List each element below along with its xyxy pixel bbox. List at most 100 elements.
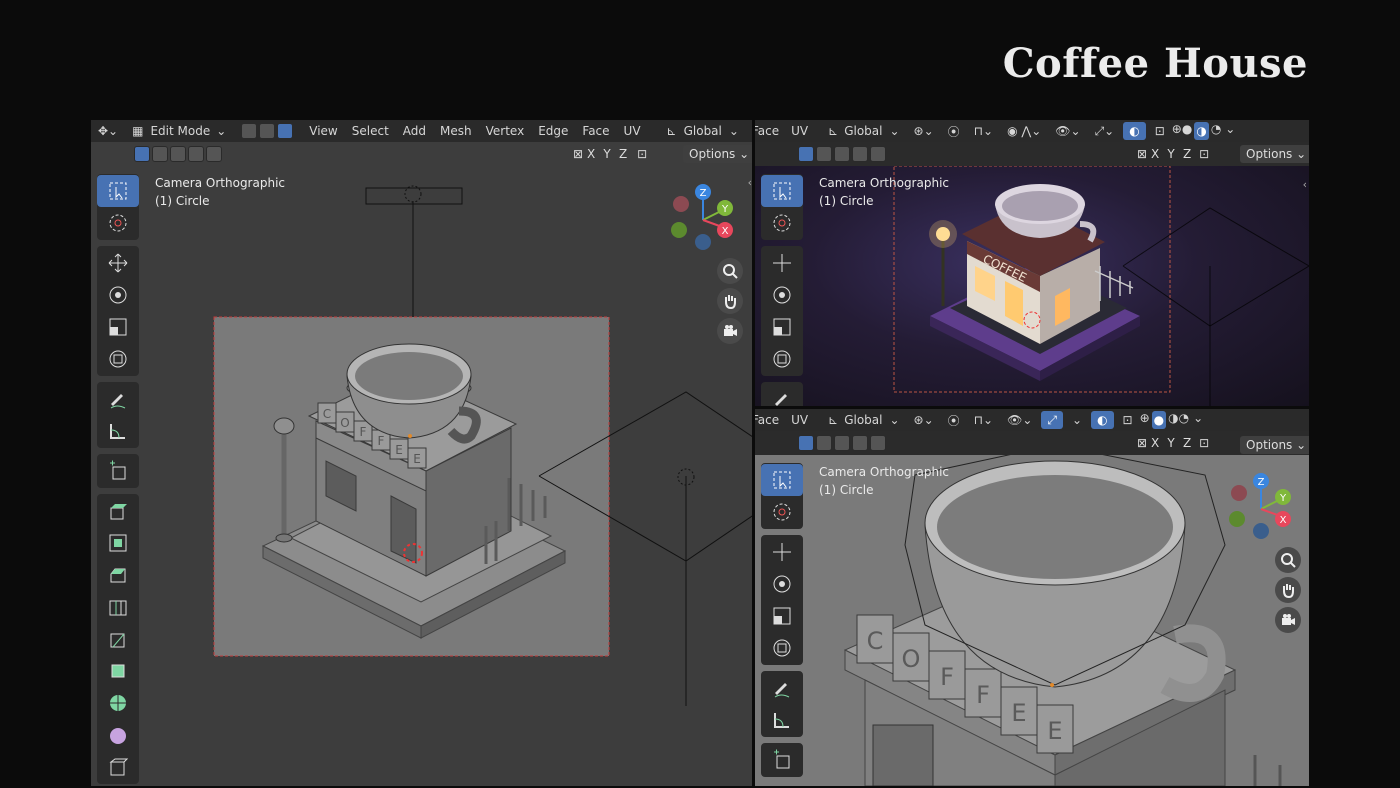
- z-pivot-icon[interactable]: ⊛⌄: [907, 413, 941, 427]
- sidebar-toggle-icon[interactable]: ‹: [748, 176, 752, 189]
- mirror-y-toggle[interactable]: Y: [599, 147, 615, 161]
- z-snap-magnet-icon[interactable]: ⦿: [941, 412, 967, 429]
- menu-view[interactable]: View: [302, 124, 344, 138]
- z-snap-icon[interactable]: ⊡: [1199, 436, 1209, 450]
- extrude-tool[interactable]: [97, 495, 139, 527]
- z-cursor-tool[interactable]: [761, 496, 803, 528]
- mirror-x-toggle[interactable]: X: [583, 147, 599, 161]
- edge-select-button[interactable]: [259, 123, 276, 139]
- r-rotate-tool[interactable]: [761, 279, 803, 311]
- proportional-edit-icon[interactable]: ◉ ⋀⌄: [1000, 124, 1048, 138]
- z-select-subtract-button[interactable]: [834, 435, 850, 451]
- r-select-new-button[interactable]: [798, 146, 814, 162]
- menu-vertex[interactable]: Vertex: [479, 124, 532, 138]
- orientation-select-right[interactable]: Global: [844, 124, 882, 138]
- z-menu-uv[interactable]: UV: [791, 413, 828, 427]
- camera-view-button[interactable]: [717, 318, 743, 344]
- z-pan-button[interactable]: [1275, 577, 1301, 603]
- measure-tool[interactable]: [97, 415, 139, 447]
- z-select-intersect-button[interactable]: [870, 435, 886, 451]
- z-gizmo-toggle-button[interactable]: ⤢: [1041, 411, 1063, 429]
- menu-face-cut[interactable]: Face: [755, 124, 791, 138]
- bevel-tool[interactable]: [97, 559, 139, 591]
- r-move-tool[interactable]: [761, 247, 803, 279]
- orientation-select[interactable]: Global: [684, 124, 722, 138]
- z-mirror-y-toggle[interactable]: Y: [1163, 436, 1179, 450]
- snap-icon[interactable]: ⊡: [637, 147, 647, 161]
- snap-magnet-icon[interactable]: ⦿: [941, 123, 967, 140]
- r-mirror-x-toggle[interactable]: X: [1147, 147, 1163, 161]
- z-menu-face-cut[interactable]: Face: [755, 413, 791, 427]
- viewport-3d[interactable]: C O F F E E Camera Orthographic (1) Circ…: [91, 166, 752, 786]
- menu-add[interactable]: Add: [396, 124, 433, 138]
- z-measure-tool[interactable]: [761, 704, 803, 736]
- render-viewport-3d[interactable]: COFFEE Camera Orthographic (1) Circle ‹: [755, 166, 1309, 406]
- shear-tool[interactable]: [97, 751, 139, 783]
- r-transform-tool[interactable]: [761, 343, 803, 375]
- chevron-down-icon[interactable]: ⌄: [882, 124, 906, 138]
- select-extend-button[interactable]: [152, 146, 168, 162]
- z-zoom-button[interactable]: [1275, 547, 1301, 573]
- r-mirror-icon[interactable]: ⊠: [1137, 147, 1147, 161]
- r-mirror-z-toggle[interactable]: Z: [1179, 147, 1195, 161]
- z-snap-increment-icon[interactable]: ⊓⌄: [967, 413, 1000, 427]
- z-mirror-icon[interactable]: ⊠: [1137, 436, 1147, 450]
- z-wireframe-shading-icon[interactable]: ⊕: [1140, 411, 1150, 429]
- knife-tool[interactable]: [97, 623, 139, 655]
- zoom-button[interactable]: [717, 258, 743, 284]
- z-visibility-icon[interactable]: 👁⌄: [1000, 413, 1039, 427]
- z-mirror-z-toggle[interactable]: Z: [1179, 436, 1195, 450]
- visibility-icon[interactable]: 👁⌄: [1048, 124, 1087, 138]
- r-snap-icon[interactable]: ⊡: [1199, 147, 1209, 161]
- select-invert-button[interactable]: [188, 146, 204, 162]
- material-shading-icon[interactable]: ◑: [1194, 122, 1209, 140]
- z-material-shading-icon[interactable]: ◑: [1168, 411, 1178, 429]
- r-select-box-tool[interactable]: [761, 175, 803, 207]
- mirror-z-toggle[interactable]: Z: [615, 147, 631, 161]
- z-gizmo-chevron-down-icon[interactable]: ⌄: [1065, 413, 1089, 427]
- pan-button[interactable]: [717, 288, 743, 314]
- editor-type-icon[interactable]: ✥⌄: [91, 124, 125, 138]
- inset-tool[interactable]: [97, 527, 139, 559]
- r-annotate-tool[interactable]: [761, 383, 803, 406]
- z-move-tool[interactable]: [761, 536, 803, 568]
- r-select-extend-button[interactable]: [816, 146, 832, 162]
- vertex-select-button[interactable]: [241, 123, 258, 139]
- z-rotate-tool[interactable]: [761, 568, 803, 600]
- options-dropdown[interactable]: Options ⌄: [683, 145, 752, 163]
- z-select-new-button[interactable]: [798, 435, 814, 451]
- menu-uv-right[interactable]: UV: [791, 124, 828, 138]
- z-shading-chevron-down-icon[interactable]: ⌄: [1189, 411, 1207, 429]
- z-select-box-tool[interactable]: [761, 464, 803, 496]
- scale-tool[interactable]: [97, 311, 139, 343]
- move-tool[interactable]: [97, 247, 139, 279]
- menu-edge[interactable]: Edge: [531, 124, 575, 138]
- z-options-dropdown[interactable]: Options ⌄: [1240, 436, 1309, 454]
- select-intersect-button[interactable]: [206, 146, 222, 162]
- poly-build-tool[interactable]: [97, 655, 139, 687]
- menu-select[interactable]: Select: [345, 124, 396, 138]
- add-cube-tool[interactable]: [97, 455, 139, 487]
- orientation-chevron-down-icon[interactable]: ⌄: [722, 124, 746, 138]
- menu-uv[interactable]: UV: [617, 124, 648, 138]
- xray-icon[interactable]: ⊡: [1148, 124, 1172, 138]
- select-box-tool[interactable]: [97, 175, 139, 207]
- rotate-tool[interactable]: [97, 279, 139, 311]
- r-options-dropdown[interactable]: Options ⌄: [1240, 145, 1309, 163]
- z-scale-tool[interactable]: [761, 600, 803, 632]
- r-cursor-tool[interactable]: [761, 207, 803, 239]
- r-sidebar-toggle-icon[interactable]: ‹: [1303, 178, 1307, 191]
- zoom-viewport-3d[interactable]: C O F F E E Camera Orthographic (1) Circ…: [755, 455, 1309, 786]
- z-solid-shading-icon[interactable]: ●: [1151, 411, 1167, 429]
- r-mirror-y-toggle[interactable]: Y: [1163, 147, 1179, 161]
- mode-chevron-down-icon[interactable]: ⌄: [210, 124, 232, 138]
- wireframe-shading-icon[interactable]: ⊕: [1172, 122, 1182, 140]
- z-rendered-shading-icon[interactable]: ◔: [1179, 411, 1189, 429]
- z-overlay-toggle-button[interactable]: ◐: [1091, 411, 1114, 429]
- z-select-extend-button[interactable]: [816, 435, 832, 451]
- loop-cut-tool[interactable]: [97, 591, 139, 623]
- r-select-invert-button[interactable]: [852, 146, 868, 162]
- z-mirror-x-toggle[interactable]: X: [1147, 436, 1163, 450]
- z-transform-tool[interactable]: [761, 632, 803, 664]
- menu-mesh[interactable]: Mesh: [433, 124, 479, 138]
